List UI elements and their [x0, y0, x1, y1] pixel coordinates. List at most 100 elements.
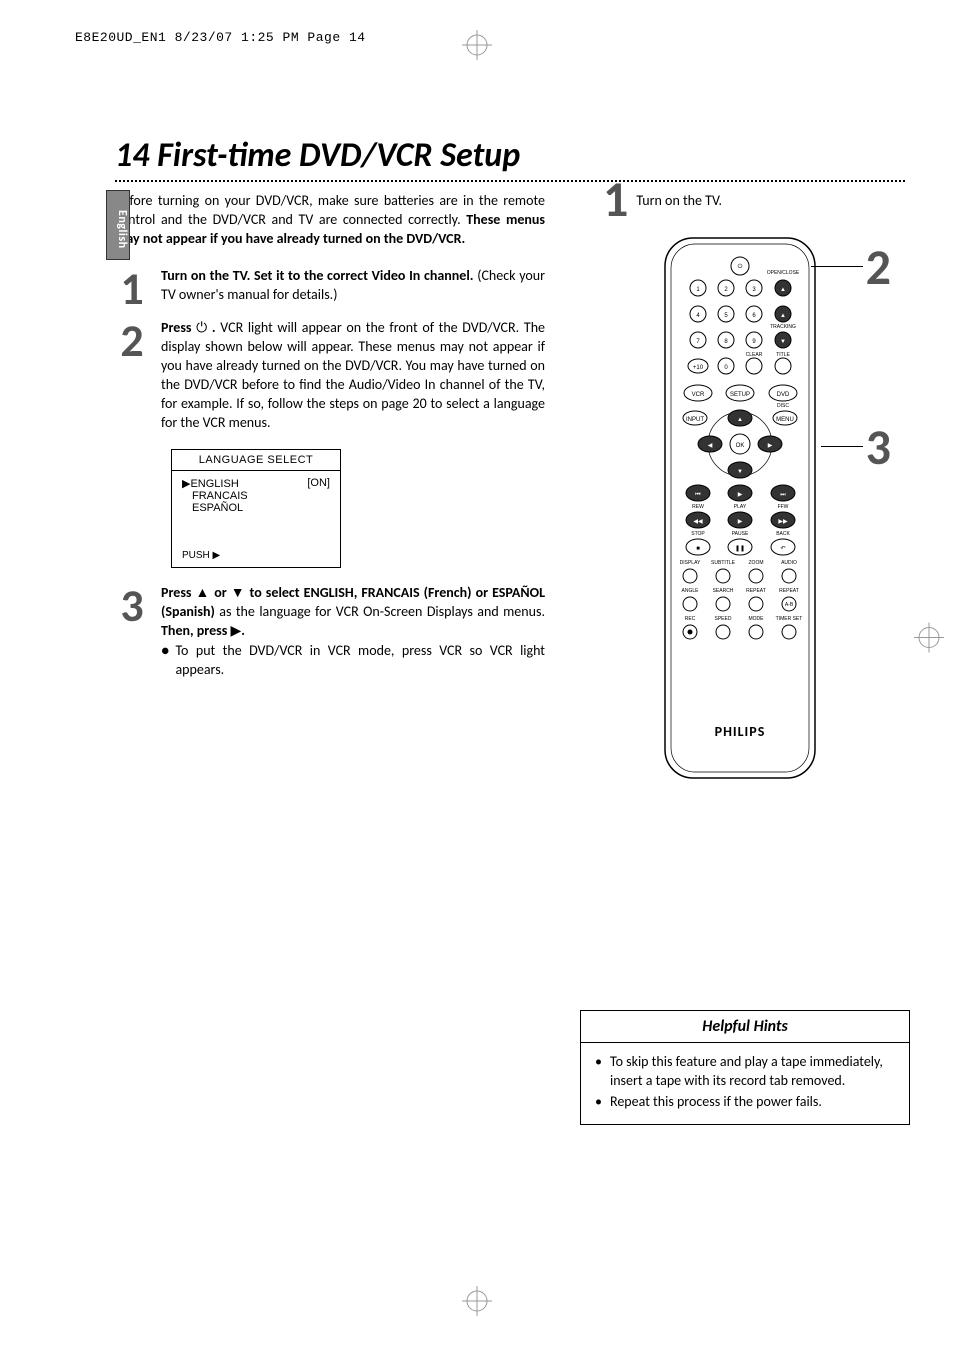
osd-footer: PUSH ▶	[172, 544, 340, 567]
svg-text:MODE: MODE	[749, 616, 765, 622]
svg-text:▶: ▶	[738, 492, 743, 498]
svg-text:MENU: MENU	[776, 417, 794, 423]
title-button	[775, 358, 791, 374]
step-3-number: 3	[115, 588, 149, 625]
clear-button	[746, 358, 762, 374]
step-2: 2 Press ⏻ . VCR light will appear on the…	[115, 319, 545, 432]
hint-1: To skip this feature and play a tape imm…	[610, 1053, 895, 1091]
angle-button	[683, 597, 697, 611]
svg-text:REC: REC	[685, 616, 696, 622]
svg-text:OK: OK	[736, 443, 745, 449]
svg-text:INPUT: INPUT	[686, 417, 704, 423]
brand-logo: PHILIPS	[715, 723, 766, 740]
svg-text:TRACKING: TRACKING	[770, 324, 796, 330]
svg-text:DISC: DISC	[777, 403, 789, 409]
speed-button	[716, 625, 730, 639]
right-step-1-text: Turn on the TV.	[636, 192, 722, 209]
right-column: 1 Turn on the TV. 2 3	[575, 192, 905, 788]
intro-paragraph: Before turning on your DVD/VCR, make sur…	[115, 192, 545, 249]
svg-text:◀◀: ◀◀	[693, 519, 703, 525]
svg-text:⏭: ⏭	[780, 492, 786, 498]
audio-button	[782, 569, 796, 583]
callout-3-line	[821, 446, 863, 447]
step-3-as: as the language for VCR On-Screen Displa…	[215, 603, 545, 620]
search-button	[716, 597, 730, 611]
right-step-1-number: 1	[603, 180, 628, 220]
step-3-press: Press	[161, 584, 196, 601]
svg-text:DISPLAY: DISPLAY	[680, 560, 701, 566]
svg-text:BACK: BACK	[776, 531, 790, 537]
osd-language-select: LANGUAGE SELECT ▶ENGLISH [ON] FRANCAIS E…	[171, 449, 341, 568]
svg-text:SPEED: SPEED	[715, 616, 732, 622]
svg-text:PAUSE: PAUSE	[732, 531, 749, 537]
svg-text:❚❚: ❚❚	[735, 545, 745, 552]
svg-text:DVD: DVD	[777, 392, 790, 398]
callout-2-line	[811, 266, 863, 267]
step-3-period: .	[241, 622, 245, 639]
svg-text:ANGLE: ANGLE	[682, 588, 700, 594]
svg-text:CLEAR: CLEAR	[746, 352, 763, 358]
svg-text:▼: ▼	[780, 339, 786, 345]
display-button	[683, 569, 697, 583]
repeat-button	[749, 597, 763, 611]
remote-control-diagram: 2 3 ⏻ OPEN/CLOSE	[635, 228, 845, 788]
svg-text:▲: ▲	[737, 417, 743, 423]
step-2-rest: VCR light will appear on the front of th…	[161, 319, 545, 430]
svg-text:■: ■	[696, 546, 700, 552]
step-3-then: Then, press	[161, 622, 231, 639]
up-arrow-icon: ▲	[196, 584, 211, 601]
osd-francais: FRANCAIS	[182, 490, 330, 502]
helpful-hints-box: Helpful Hints To skip this feature and p…	[580, 1010, 910, 1125]
osd-espanol: ESPAÑOL	[182, 502, 330, 514]
svg-text:SEARCH: SEARCH	[713, 588, 734, 594]
crop-mark-right	[914, 623, 944, 658]
svg-text:FFW: FFW	[778, 504, 789, 510]
svg-text:SUBTITLE: SUBTITLE	[711, 560, 736, 566]
step-2-press: Press	[161, 319, 196, 336]
svg-text:⏮: ⏮	[695, 492, 701, 498]
svg-text:⏻: ⏻	[738, 263, 743, 270]
svg-text:REPEAT: REPEAT	[746, 588, 766, 594]
step-2-number: 2	[115, 323, 149, 360]
osd-title: LANGUAGE SELECT	[172, 450, 340, 471]
step-2-period: .	[207, 319, 215, 336]
svg-text:▶: ▶	[738, 519, 743, 525]
step-1: 1 Turn on the TV. Set it to the correct …	[115, 267, 545, 308]
hints-title: Helpful Hints	[581, 1011, 909, 1043]
svg-text:▲: ▲	[780, 287, 786, 293]
svg-text:▶: ▶	[768, 443, 773, 449]
timer-set-button	[782, 625, 796, 639]
mode-button	[749, 625, 763, 639]
remote-svg: ⏻ OPEN/CLOSE 1 2 3 ▲ 4 5 6 ▲ TRACKING	[635, 228, 845, 788]
svg-text:↶: ↶	[780, 545, 785, 552]
svg-text:A-B: A-B	[785, 602, 794, 608]
svg-text:▲: ▲	[780, 313, 786, 319]
step-1-number: 1	[115, 271, 149, 308]
svg-text:SETUP: SETUP	[730, 392, 750, 398]
svg-text:▼: ▼	[737, 469, 743, 475]
osd-english: ENGLISH	[190, 478, 238, 490]
svg-text:◀: ◀	[708, 443, 713, 449]
step-3: 3 Press ▲ or ▼ to select ENGLISH, FRANCA…	[115, 584, 545, 680]
callout-3-number: 3	[866, 428, 891, 468]
subtitle-button	[716, 569, 730, 583]
osd-on: [ON]	[307, 477, 330, 490]
svg-text:+10: +10	[693, 365, 704, 371]
svg-text:TIMER SET: TIMER SET	[776, 616, 803, 622]
step-1-bold: Turn on the TV. Set it to the correct Vi…	[161, 267, 474, 284]
svg-text:PLAY: PLAY	[734, 504, 747, 510]
zoom-button	[749, 569, 763, 583]
svg-text:REPEAT: REPEAT	[779, 588, 799, 594]
right-arrow-icon: ▶	[231, 622, 242, 639]
svg-text:TITLE: TITLE	[776, 352, 790, 358]
crop-mark-bottom	[462, 1286, 492, 1321]
svg-text:AUDIO: AUDIO	[781, 560, 797, 566]
language-tab: English	[106, 190, 130, 260]
svg-text:ZOOM: ZOOM	[749, 560, 764, 566]
step-3-or: or	[210, 584, 231, 601]
power-icon: ⏻	[196, 319, 207, 336]
down-arrow-icon: ▼	[231, 584, 246, 601]
page-title: 14 First-time DVD/VCR Setup	[115, 135, 905, 176]
right-step-1: 1 Turn on the TV.	[603, 180, 905, 220]
svg-text:VCR: VCR	[692, 392, 705, 398]
